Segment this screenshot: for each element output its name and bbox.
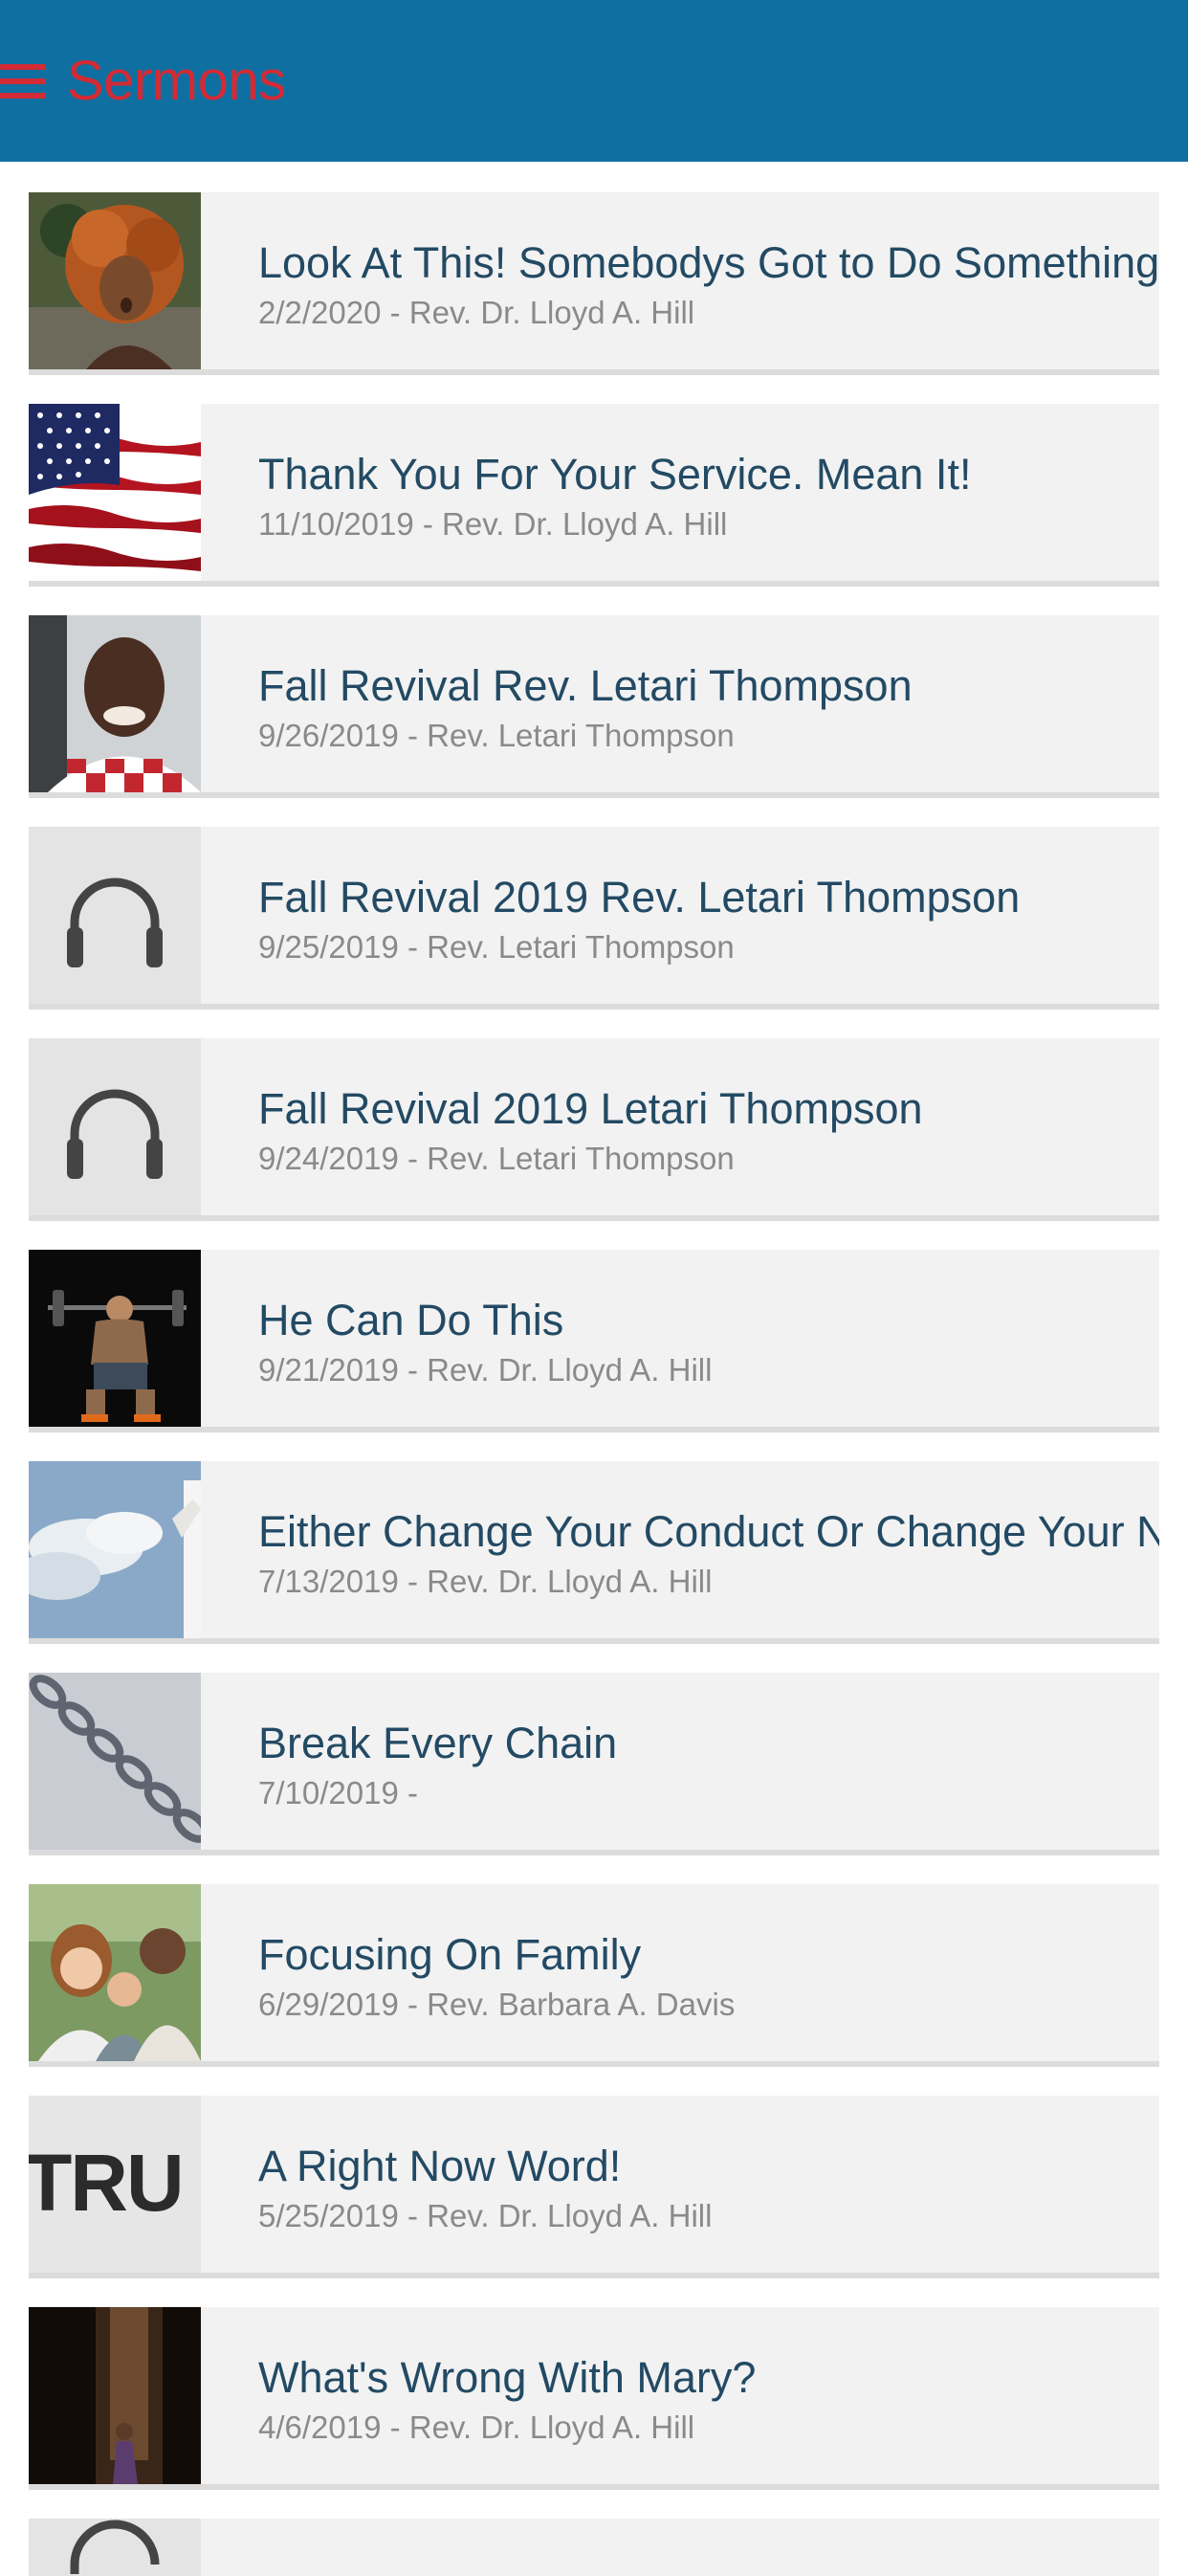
sermon-date-speaker: 2/2/2020 - Rev. Dr. Lloyd A. Hill <box>258 295 695 330</box>
headphones-icon <box>29 2519 201 2576</box>
dark-room-woman-photo <box>29 2307 201 2484</box>
sermon-list-item[interactable]: He Can Do This 9/21/2019 - Rev. Dr. Lloy… <box>29 1250 1159 1432</box>
sermon-list-item[interactable]: Either Change Your Conduct Or Change You… <box>29 1461 1159 1644</box>
sermon-thumbnail <box>29 1250 201 1427</box>
family-photo <box>29 1884 201 2061</box>
weightlifter-photo <box>29 1250 201 1427</box>
sermon-title: A Right Now Word! <box>258 2142 622 2190</box>
sermon-thumbnail <box>29 1673 201 1850</box>
sermon-list-item[interactable]: Focusing On Family 6/29/2019 - Rev. Barb… <box>29 1884 1159 2067</box>
sermon-title: Either Change Your Conduct Or Change You… <box>258 1507 1159 1556</box>
sermon-title: Focusing On Family <box>258 1930 642 1979</box>
sermon-thumbnail <box>29 1038 201 1215</box>
headphones-icon <box>29 827 201 1004</box>
hamburger-icon-bar <box>0 92 46 99</box>
sermon-list-item[interactable]: Look At This! Somebodys Got to Do Someth… <box>29 192 1159 375</box>
sermon-thumbnail <box>29 404 201 581</box>
american-flag-photo <box>29 404 201 581</box>
sermon-date-speaker: 9/25/2019 - Rev. Letari Thompson <box>258 929 735 965</box>
sky-clouds-photo <box>29 1461 201 1638</box>
sermon-date-speaker: 9/24/2019 - Rev. Letari Thompson <box>258 1141 735 1176</box>
sermon-list-item[interactable]: Fall Revival 2019 Rev. Letari Thompson 9… <box>29 827 1159 1010</box>
sermon-title: He Can Do This <box>258 1296 564 1344</box>
sermon-thumbnail <box>29 192 201 369</box>
sermon-thumbnail <box>29 2307 201 2484</box>
sermon-date-speaker: 5/25/2019 - Rev. Dr. Lloyd A. Hill <box>258 2198 713 2233</box>
page-title: Sermons <box>67 50 286 112</box>
sermon-date-speaker: 11/10/2019 - Rev. Dr. Lloyd A. Hill <box>258 506 728 542</box>
sermon-list: Look At This! Somebodys Got to Do Someth… <box>0 162 1188 2576</box>
sermon-date-speaker: 7/13/2019 - Rev. Dr. Lloyd A. Hill <box>258 1564 713 1599</box>
man-selfie-photo <box>29 615 201 792</box>
sermon-thumbnail: TRU <box>29 2096 201 2273</box>
tru-text-graphic: TRU <box>29 2096 201 2273</box>
headphones-icon <box>29 1038 201 1215</box>
sermon-date-speaker: 6/29/2019 - Rev. Barbara A. Davis <box>258 1987 736 2022</box>
sermon-title: Fall Revival Rev. Letari Thompson <box>258 661 913 710</box>
sermon-list-item[interactable]: Fall Revival Rev. Letari Thompson 9/26/2… <box>29 615 1159 798</box>
sermon-thumbnail <box>29 615 201 792</box>
app-header: Sermons <box>0 0 1188 162</box>
sermon-list-item[interactable]: Fall Revival 2019 Letari Thompson 9/24/2… <box>29 1038 1159 1221</box>
sermon-title: Fall Revival 2019 Letari Thompson <box>258 1084 923 1133</box>
sermon-title: Fall Revival 2019 Rev. Letari Thompson <box>258 873 1021 922</box>
hamburger-menu-button[interactable] <box>0 63 46 99</box>
sermon-thumbnail <box>29 827 201 1004</box>
sermon-thumbnail <box>29 1461 201 1638</box>
sermon-list-item-partial[interactable] <box>29 2519 1159 2576</box>
tru-graphic-text: TRU <box>29 2138 183 2228</box>
sermon-title: Look At This! Somebodys Got to Do Someth… <box>258 238 1159 287</box>
sermon-thumbnail <box>29 2519 201 2576</box>
sermon-title: Break Every Chain <box>258 1719 618 1767</box>
sermon-date-speaker: 9/26/2019 - Rev. Letari Thompson <box>258 718 735 753</box>
sermon-list-item[interactable]: Break Every Chain 7/10/2019 - <box>29 1673 1159 1855</box>
sermon-date-speaker: 9/21/2019 - Rev. Dr. Lloyd A. Hill <box>258 1352 713 1388</box>
hamburger-icon-bar <box>0 78 46 84</box>
sermon-title: What's Wrong With Mary? <box>258 2353 757 2402</box>
sermon-list-item[interactable]: What's Wrong With Mary? 4/6/2019 - Rev. … <box>29 2307 1159 2490</box>
sermon-list-item[interactable]: Thank You For Your Service. Mean It! 11/… <box>29 404 1159 587</box>
hamburger-icon-bar <box>0 63 46 70</box>
sermon-date-speaker: 4/6/2019 - Rev. Dr. Lloyd A. Hill <box>258 2409 695 2445</box>
sermon-thumbnail <box>29 1884 201 2061</box>
sermon-list-item[interactable]: TRU A Right Now Word! 5/25/2019 - Rev. D… <box>29 2096 1159 2278</box>
chain-photo <box>29 1673 201 1850</box>
woman-curly-hair-photo <box>29 192 201 369</box>
sermon-date-speaker: 7/10/2019 - <box>258 1775 418 1810</box>
sermon-title: Thank You For Your Service. Mean It! <box>258 450 972 499</box>
